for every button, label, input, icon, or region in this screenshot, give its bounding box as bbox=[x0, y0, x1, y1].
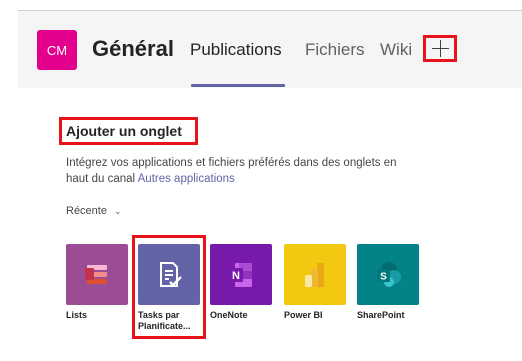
sharepoint-icon: S bbox=[377, 261, 401, 287]
app-label: Power BI bbox=[284, 310, 323, 320]
chevron-down-icon: ⌄ bbox=[113, 206, 122, 216]
add-tab-button[interactable] bbox=[423, 35, 457, 62]
dialog-title: Ajouter un onglet bbox=[66, 123, 182, 139]
app-tasks[interactable]: Tasks par Planificate... bbox=[138, 244, 200, 332]
more-apps-link[interactable]: Autres applications bbox=[138, 173, 235, 185]
app-label: SharePoint bbox=[357, 310, 405, 320]
tab-fichiers[interactable]: Fichiers bbox=[305, 40, 365, 60]
lists-tile bbox=[66, 244, 128, 305]
onenote-icon: N bbox=[229, 262, 252, 287]
recent-filter-dropdown[interactable]: Récente ⌄ bbox=[66, 205, 122, 217]
app-label: Lists bbox=[66, 310, 88, 320]
tab-publications[interactable]: Publications bbox=[190, 40, 282, 60]
onenote-tile: N bbox=[210, 244, 272, 305]
powerbi-tile bbox=[284, 244, 346, 305]
team-avatar[interactable]: CM bbox=[37, 30, 77, 70]
plus-icon bbox=[431, 40, 449, 57]
app-lists[interactable]: Lists bbox=[66, 244, 128, 321]
app-label: Tasks par Planificate... bbox=[138, 310, 191, 331]
channel-header: CM Général Publications Fichiers Wiki bbox=[18, 11, 522, 88]
app-onenote[interactable]: N OneNote bbox=[210, 244, 272, 321]
svg-text:S: S bbox=[380, 271, 387, 282]
tab-wiki[interactable]: Wiki bbox=[380, 40, 412, 60]
app-label: OneNote bbox=[210, 310, 248, 320]
app-sharepoint[interactable]: S SharePoint bbox=[357, 244, 419, 321]
lists-icon bbox=[85, 264, 107, 284]
filter-label: Récente bbox=[66, 205, 107, 217]
svg-text:N: N bbox=[232, 270, 240, 282]
tasks-icon bbox=[160, 261, 182, 287]
sharepoint-tile: S bbox=[357, 244, 419, 305]
active-tab-indicator bbox=[191, 84, 285, 87]
app-powerbi[interactable]: Power BI bbox=[284, 244, 346, 321]
powerbi-icon bbox=[305, 262, 324, 287]
dialog-description: Intégrez vos applications et fichiers pr… bbox=[66, 155, 416, 187]
tasks-tile bbox=[138, 244, 200, 305]
channel-title: Général bbox=[92, 36, 174, 61]
